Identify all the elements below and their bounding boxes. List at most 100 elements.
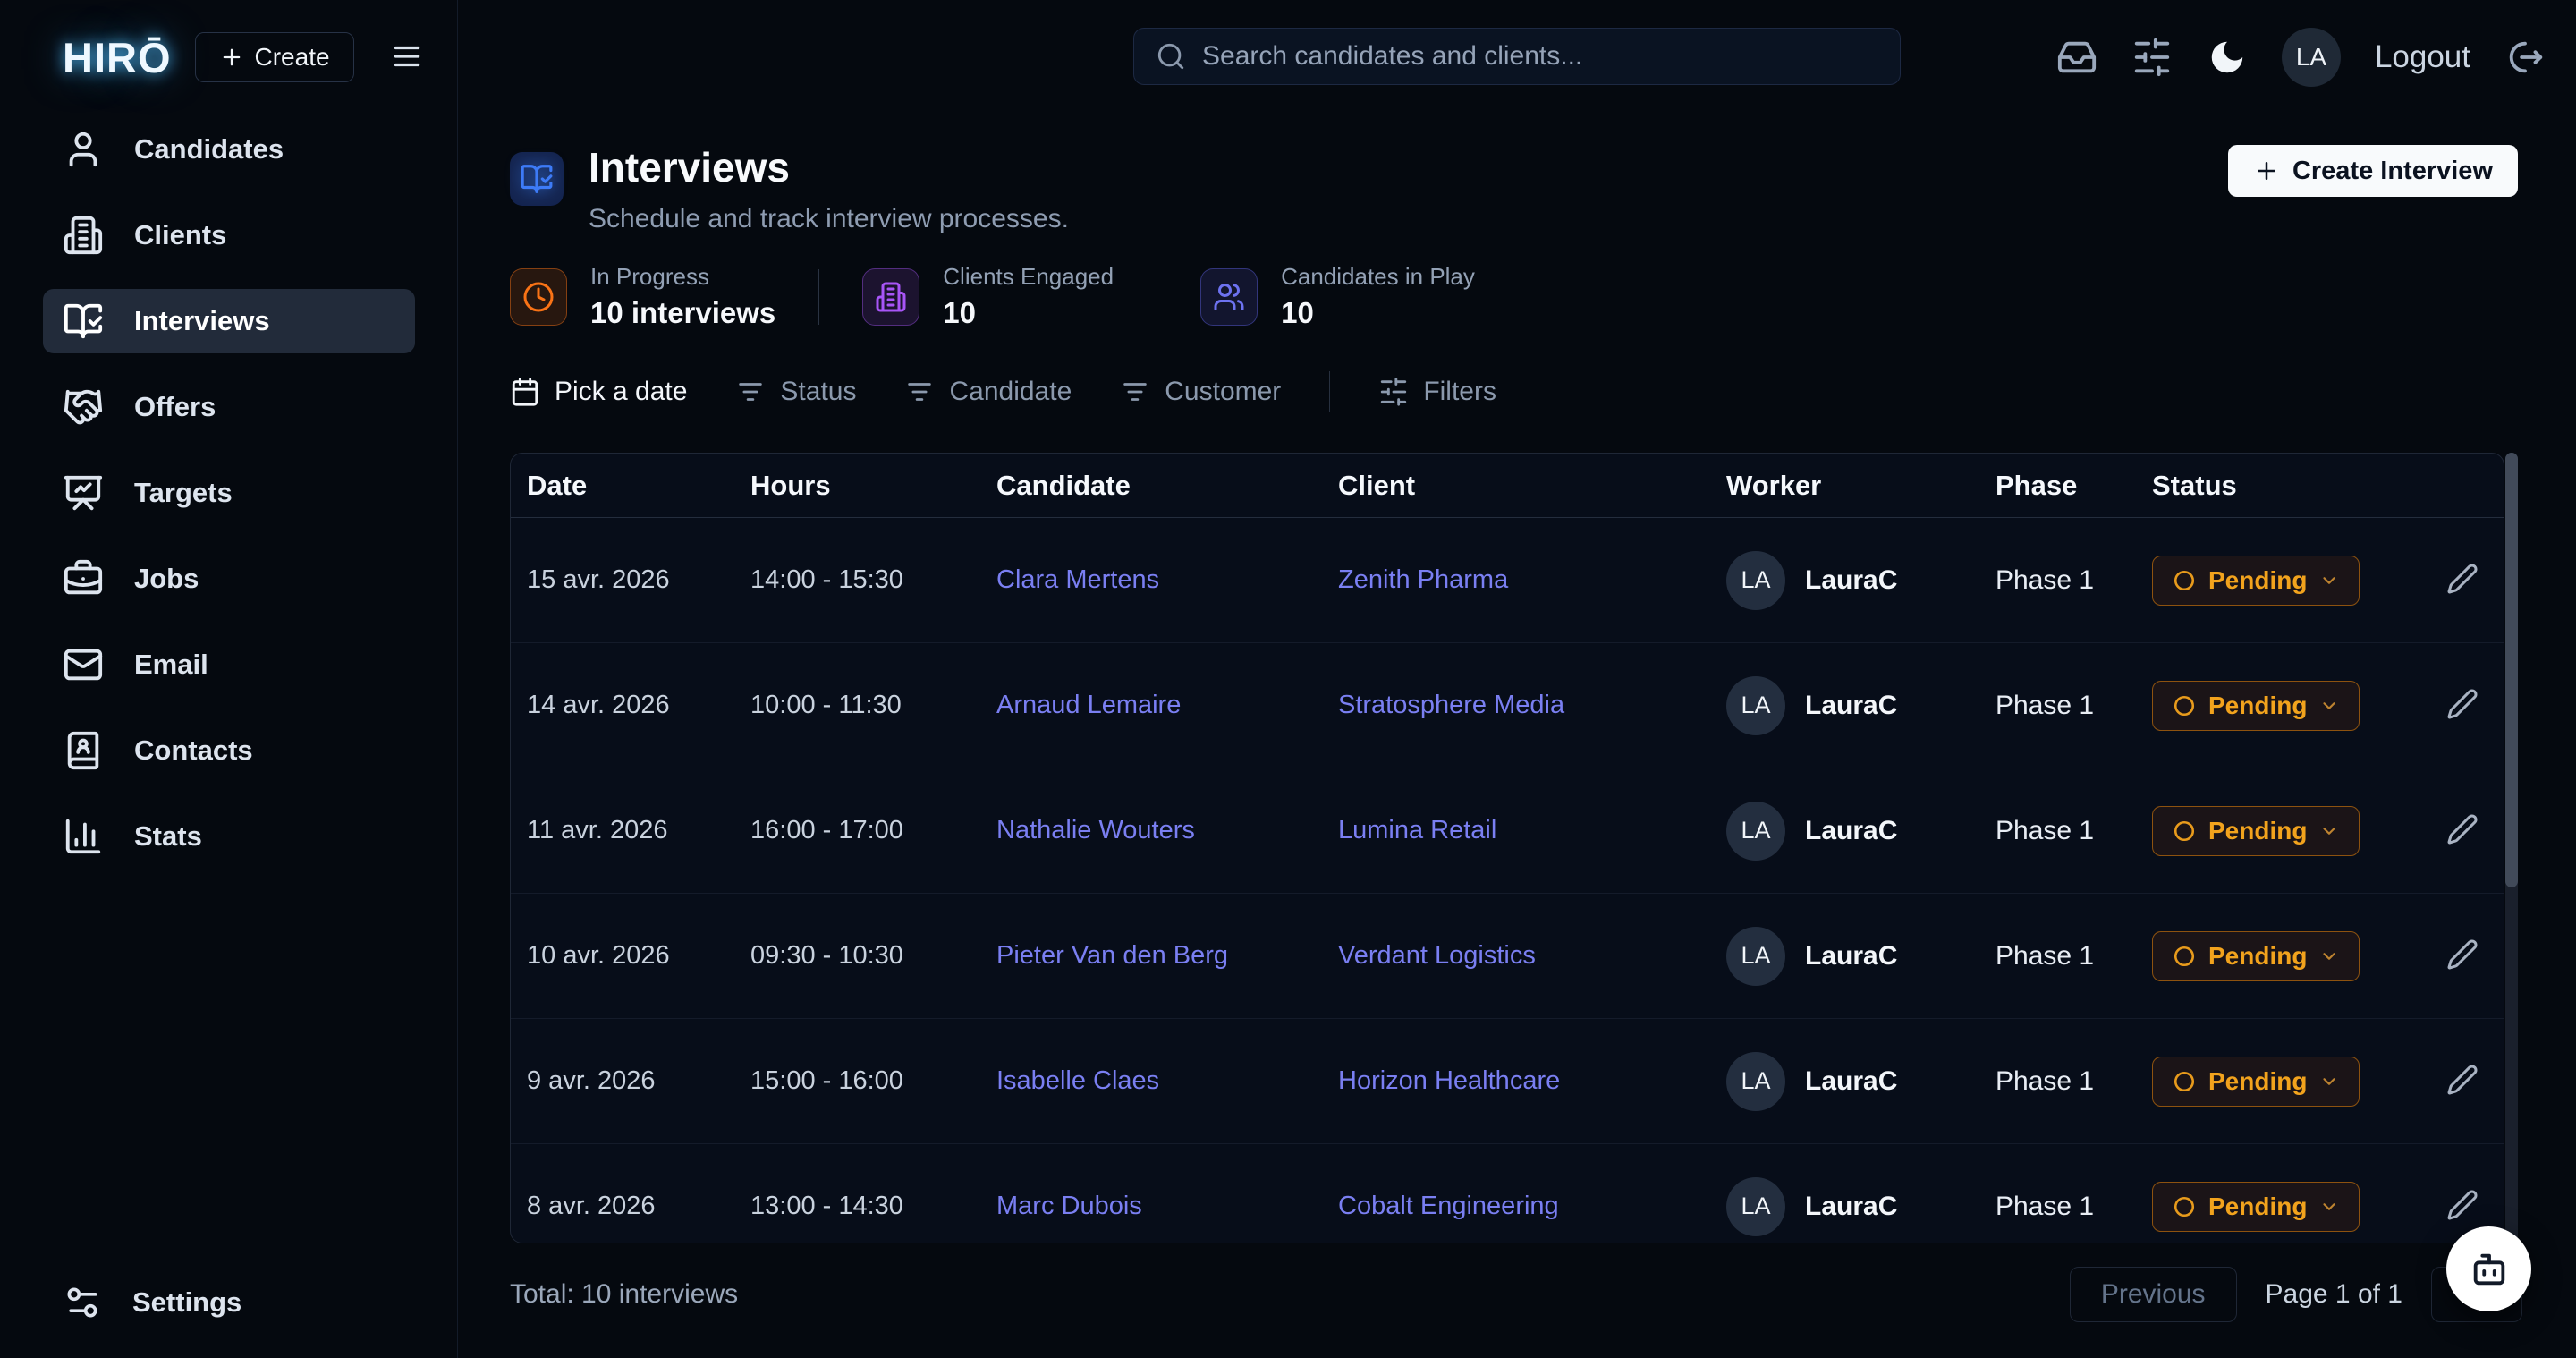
edit-button[interactable] (2446, 688, 2479, 723)
create-interview-button[interactable]: Create Interview (2228, 145, 2518, 197)
col-date: Date (527, 470, 750, 502)
worker-name: LauraC (1805, 565, 1897, 596)
menu-icon (390, 39, 424, 73)
candidate-filter-label: Candidate (949, 377, 1072, 407)
candidate-link[interactable]: Isabelle Claes (996, 1066, 1159, 1095)
global-search[interactable] (1133, 28, 1901, 85)
status-dropdown[interactable]: Pending (2152, 806, 2360, 856)
theme-toggle-button[interactable] (2207, 37, 2248, 78)
table-row: 8 avr. 2026 13:00 - 14:30 Marc Dubois Co… (511, 1144, 2504, 1243)
search-input[interactable] (1202, 41, 1878, 72)
status-dropdown[interactable]: Pending (2152, 1182, 2360, 1232)
stat-label: Candidates in Play (1281, 263, 1475, 291)
page-header: Interviews Schedule and track interview … (510, 143, 1069, 234)
candidate-link[interactable]: Clara Mertens (996, 565, 1159, 594)
sidebar-item-contacts[interactable]: Contacts (43, 718, 415, 783)
inbox-button[interactable] (2056, 37, 2097, 78)
status-label: Pending (2208, 1067, 2307, 1096)
sidebar-nav: Candidates Clients Interviews Offers Tar… (43, 117, 415, 869)
stat-value: 10 (1281, 296, 1475, 330)
edit-button[interactable] (2446, 813, 2479, 848)
table-scrollbar-track (2505, 453, 2518, 1270)
client-link[interactable]: Horizon Healthcare (1338, 1066, 1560, 1095)
col-status: Status (2152, 470, 2420, 502)
users-icon (1200, 268, 1258, 326)
sidebar-item-jobs[interactable]: Jobs (43, 547, 415, 611)
interview-hours: 15:00 - 16:00 (750, 1066, 996, 1096)
edit-button[interactable] (2446, 938, 2479, 973)
status-dropdown[interactable]: Pending (2152, 931, 2360, 981)
sidebar-item-candidates[interactable]: Candidates (43, 117, 415, 182)
building-icon (862, 268, 919, 326)
edit-button[interactable] (2446, 1064, 2479, 1099)
status-filter-button[interactable]: Status (735, 377, 856, 407)
client-link[interactable]: Cobalt Engineering (1338, 1192, 1559, 1220)
worker-avatar: LA (1726, 551, 1785, 610)
user-icon (63, 129, 104, 170)
stat-candidates-in-play: Candidates in Play 10 (1200, 263, 1475, 330)
stat-value: 10 interviews (590, 296, 775, 330)
table-body: 15 avr. 2026 14:00 - 15:30 Clara Mertens… (511, 518, 2504, 1243)
filter-icon (904, 377, 935, 407)
sidebar-item-email[interactable]: Email (43, 632, 415, 697)
date-picker-button[interactable]: Pick a date (510, 377, 687, 407)
circle-icon (2173, 1195, 2196, 1218)
robot-icon (2469, 1249, 2510, 1290)
briefcase-icon (63, 558, 104, 599)
calendar-icon (510, 377, 540, 407)
building-icon (63, 215, 104, 256)
logout-label[interactable]: Logout (2375, 39, 2470, 75)
status-dropdown[interactable]: Pending (2152, 1057, 2360, 1107)
sidebar-item-stats[interactable]: Stats (43, 804, 415, 869)
table-scrollbar-thumb[interactable] (2505, 453, 2518, 887)
sidebar-item-settings[interactable]: Settings (63, 1283, 242, 1322)
candidate-link[interactable]: Pieter Van den Berg (996, 941, 1228, 970)
assistant-fab-button[interactable] (2446, 1226, 2531, 1311)
client-link[interactable]: Stratosphere Media (1338, 691, 1564, 719)
chevron-down-icon (2319, 821, 2339, 841)
candidate-link[interactable]: Arnaud Lemaire (996, 691, 1181, 719)
sidebar-item-label: Email (134, 649, 208, 681)
sidebar-create-label: Create (255, 43, 330, 72)
table-row: 14 avr. 2026 10:00 - 11:30 Arnaud Lemair… (511, 643, 2504, 768)
sidebar-item-clients[interactable]: Clients (43, 203, 415, 267)
interview-date: 9 avr. 2026 (527, 1066, 750, 1096)
stat-value: 10 (943, 296, 1114, 330)
phase-label: Phase 1 (1996, 691, 2152, 721)
brand-logo[interactable]: HIRŌ (63, 33, 172, 82)
customer-filter-button[interactable]: Customer (1120, 377, 1281, 407)
filter-bar: Pick a date Status Candidate Customer Fi… (510, 371, 1496, 412)
sidebar-item-targets[interactable]: Targets (43, 461, 415, 525)
user-avatar[interactable]: LA (2282, 28, 2341, 87)
previous-page-button[interactable]: Previous (2070, 1267, 2237, 1322)
status-label: Pending (2208, 1192, 2307, 1221)
table-row: 9 avr. 2026 15:00 - 16:00 Isabelle Claes… (511, 1019, 2504, 1144)
plus-icon (2253, 157, 2280, 184)
sidebar-create-button[interactable]: Create (195, 32, 354, 82)
preferences-button[interactable] (2131, 37, 2173, 78)
sidebar-item-interviews[interactable]: Interviews (43, 289, 415, 353)
table-row: 11 avr. 2026 16:00 - 17:00 Nathalie Wout… (511, 768, 2504, 894)
worker-name: LauraC (1805, 1066, 1897, 1097)
clock-icon (510, 268, 567, 326)
status-dropdown[interactable]: Pending (2152, 681, 2360, 731)
candidate-filter-button[interactable]: Candidate (904, 377, 1072, 407)
client-link[interactable]: Lumina Retail (1338, 816, 1496, 845)
edit-button[interactable] (2446, 563, 2479, 598)
filter-icon (735, 377, 766, 407)
stat-label: Clients Engaged (943, 263, 1114, 291)
candidate-link[interactable]: Marc Dubois (996, 1192, 1142, 1220)
filters-button[interactable]: Filters (1378, 377, 1496, 407)
menu-button[interactable] (390, 39, 424, 76)
edit-button[interactable] (2446, 1189, 2479, 1224)
sidebar-item-label: Stats (134, 820, 202, 853)
client-link[interactable]: Zenith Pharma (1338, 565, 1508, 594)
logout-button[interactable] (2504, 37, 2546, 78)
client-link[interactable]: Verdant Logistics (1338, 941, 1536, 970)
status-dropdown[interactable]: Pending (2152, 556, 2360, 606)
sidebar-item-label: Contacts (134, 734, 253, 767)
candidate-link[interactable]: Nathalie Wouters (996, 816, 1195, 845)
sidebar-item-offers[interactable]: Offers (43, 375, 415, 439)
page-icon (510, 152, 564, 206)
col-worker: Worker (1726, 470, 1996, 502)
